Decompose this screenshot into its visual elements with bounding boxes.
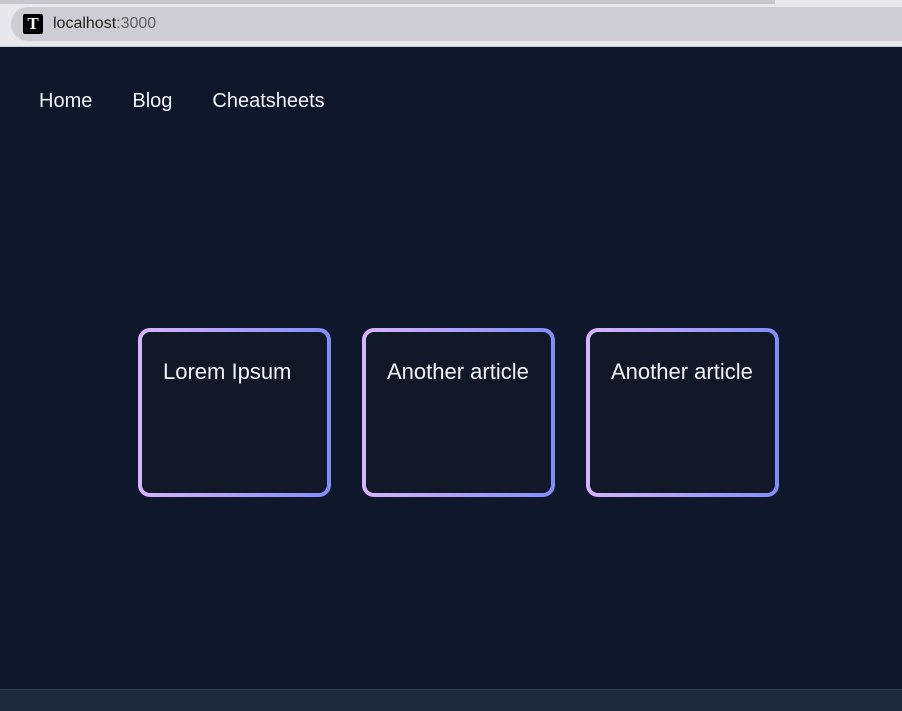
nav-link-cheatsheets[interactable]: Cheatsheets [212, 89, 324, 113]
article-card-body: Another article [590, 332, 775, 493]
article-card-title: Another article [611, 359, 753, 384]
address-bar[interactable]: T localhost:3000 [11, 7, 902, 41]
site-favicon-icon: T [23, 14, 43, 34]
article-card[interactable]: Another article [586, 328, 779, 497]
article-card-body: Lorem Ipsum [142, 332, 327, 493]
article-card-title: Another article [387, 359, 529, 384]
article-card[interactable]: Lorem Ipsum [138, 328, 331, 497]
article-card-body: Another article [366, 332, 551, 493]
url-text[interactable]: localhost:3000 [53, 7, 156, 41]
window-bottom-edge [0, 689, 902, 711]
browser-toolbar: T localhost:3000 [0, 0, 902, 47]
nav-link-blog[interactable]: Blog [132, 89, 172, 113]
tab-strip [0, 0, 775, 4]
nav-link-home[interactable]: Home [39, 89, 92, 113]
url-host: localhost [53, 15, 117, 32]
article-card-list: Lorem Ipsum Another article Another arti… [138, 328, 779, 497]
page-body: Home Blog Cheatsheets Lorem Ipsum Anothe… [0, 47, 902, 689]
article-card[interactable]: Another article [362, 328, 555, 497]
url-port: :3000 [116, 15, 157, 32]
article-card-title: Lorem Ipsum [163, 359, 292, 384]
main-nav: Home Blog Cheatsheets [39, 89, 365, 113]
